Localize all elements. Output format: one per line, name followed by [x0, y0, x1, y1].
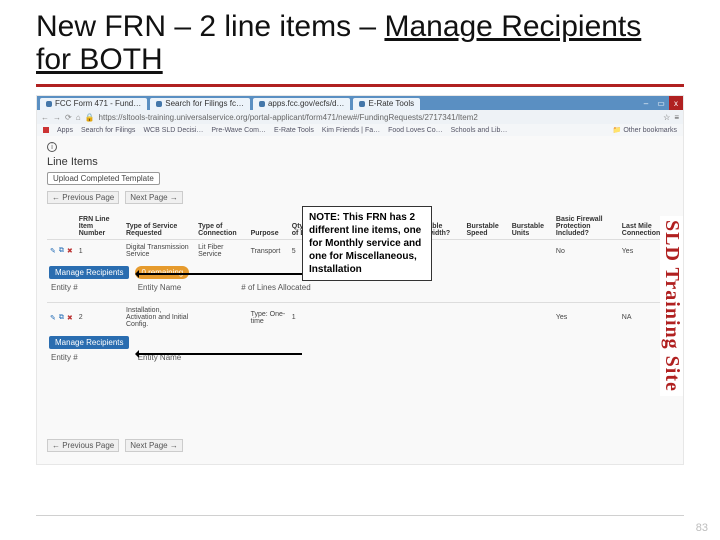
reload-icon[interactable]: ⟳: [65, 113, 72, 122]
bookmarks-bar: Apps Search for Filings WCB SLD Decisi… …: [37, 124, 683, 136]
back-icon[interactable]: ←: [41, 113, 49, 122]
home-icon[interactable]: ⌂: [76, 113, 81, 122]
cell-bunits: [509, 303, 553, 333]
window-maximize-button[interactable]: ▭: [654, 96, 668, 110]
copy-icon[interactable]: ⧉: [59, 247, 64, 255]
cell-burst: [407, 303, 463, 333]
cell-num: 2: [76, 303, 123, 333]
table-row: ✎⧉✖ 2 Installation, Activation and Initi…: [47, 303, 673, 333]
bookmark-item[interactable]: Food Loves Co…: [388, 127, 442, 134]
tab-label: E-Rate Tools: [368, 98, 414, 110]
col-connection-type: Type of Connection: [195, 214, 247, 240]
copy-icon[interactable]: ⧉: [59, 314, 64, 322]
num-lines-header: # of Lines Allocated: [241, 283, 310, 292]
title-part1: New FRN – 2 line items –: [36, 10, 384, 43]
prev-page-button[interactable]: ← Previous Page: [47, 191, 119, 204]
browser-tab[interactable]: Search for Filings fc…: [150, 98, 250, 110]
col-service-type: Type of Service Requested: [123, 214, 195, 240]
page-number: 83: [696, 522, 708, 534]
cell-conn: [195, 303, 247, 333]
bookmark-item[interactable]: Search for Filings: [81, 127, 135, 134]
upload-template-button[interactable]: Upload Completed Template: [47, 172, 160, 185]
info-icon[interactable]: i: [47, 142, 57, 152]
cell-fw: No: [553, 240, 619, 263]
page-title: New FRN – 2 line items – Manage Recipien…: [36, 10, 684, 76]
annotation-arrow: [137, 273, 302, 275]
cell-svc: Installation, Activation and Initial Con…: [123, 303, 195, 333]
entity-num-header: Entity #: [51, 283, 78, 292]
cell-fw: Yes: [553, 303, 619, 333]
bookmark-item[interactable]: WCB SLD Decisi…: [143, 127, 203, 134]
title-divider: [36, 84, 684, 87]
note-callout: NOTE: This FRN has 2 different line item…: [302, 206, 432, 281]
cell-dl: [355, 303, 407, 333]
lock-icon: 🔒: [85, 113, 95, 122]
delete-icon[interactable]: ✖: [67, 247, 73, 255]
cell-purpose: Type: One-time: [248, 303, 289, 333]
cell-bspd: [463, 240, 508, 263]
favicon: [259, 101, 265, 107]
col-burst-units: Burstable Units: [509, 214, 553, 240]
forward-icon[interactable]: →: [53, 113, 61, 122]
edit-icon[interactable]: ✎: [50, 247, 56, 255]
apps-icon[interactable]: [43, 127, 49, 133]
favicon: [156, 101, 162, 107]
bookmark-other[interactable]: Other bookmarks: [623, 127, 677, 134]
bookmark-item[interactable]: E-Rate Tools: [274, 127, 314, 134]
favicon: [46, 101, 52, 107]
entity-num-header: Entity #: [51, 353, 78, 362]
cell-otq: [324, 303, 354, 333]
browser-tab[interactable]: apps.fcc.gov/ecfs/d…: [253, 98, 350, 110]
favicon: [359, 101, 365, 107]
cell-num: 1: [76, 240, 123, 263]
section-heading: Line Items: [47, 156, 673, 168]
bookmark-item[interactable]: Schools and Lib…: [451, 127, 508, 134]
edit-icon[interactable]: ✎: [50, 314, 56, 322]
col-purpose: Purpose: [248, 214, 289, 240]
prev-page-button-bottom[interactable]: ← Previous Page: [47, 439, 119, 452]
star-icon[interactable]: ☆: [663, 113, 670, 122]
bookmark-item[interactable]: Apps: [57, 127, 73, 134]
bookmark-item[interactable]: Pre-Wave Com…: [211, 127, 266, 134]
cell-purpose: Transport: [248, 240, 289, 263]
window-close-button[interactable]: x: [669, 96, 683, 110]
tab-label: Search for Filings fc…: [165, 98, 244, 110]
col-firewall: Basic Firewall Protection Included?: [553, 214, 619, 240]
manage-recipients-button[interactable]: Manage Recipients: [49, 336, 129, 349]
next-page-button[interactable]: Next Page →: [125, 191, 183, 204]
manage-recipients-button[interactable]: Manage Recipients: [49, 266, 129, 279]
entity-name-header: Entity Name: [138, 283, 182, 292]
cell-qty: 1: [289, 303, 324, 333]
screenshot-panel: FCC Form 471 - Fund… Search for Filings …: [36, 95, 684, 465]
col-burst-speed: Burstable Speed: [463, 214, 508, 240]
window-minimize-button[interactable]: –: [639, 96, 653, 110]
next-page-button-bottom[interactable]: Next Page →: [125, 439, 183, 452]
browser-tab[interactable]: FCC Form 471 - Fund…: [40, 98, 147, 110]
footer-divider: [36, 515, 684, 516]
tab-label: FCC Form 471 - Fund…: [55, 98, 141, 110]
annotation-arrow: [137, 353, 302, 355]
browser-tabstrip: FCC Form 471 - Fund… Search for Filings …: [37, 96, 683, 110]
menu-icon[interactable]: ≡: [674, 113, 679, 122]
tab-label: apps.fcc.gov/ecfs/d…: [268, 98, 344, 110]
browser-tab[interactable]: E-Rate Tools: [353, 98, 420, 110]
cell-bspd: [463, 303, 508, 333]
sld-watermark: SLD Training Site: [660, 216, 683, 396]
cell-svc: Digital Transmission Service: [123, 240, 195, 263]
cell-conn: Lit Fiber Service: [195, 240, 247, 263]
cell-bunits: [509, 240, 553, 263]
url-field[interactable]: https://sltools-training.universalservic…: [99, 113, 660, 122]
bookmark-item[interactable]: Kim Friends | Fa…: [322, 127, 380, 134]
col-frn-number: FRN Line Item Number: [76, 214, 123, 240]
col-actions: [47, 214, 76, 240]
delete-icon[interactable]: ✖: [67, 314, 73, 322]
address-bar: ← → ⟳ ⌂ 🔒 https://sltools-training.unive…: [37, 110, 683, 124]
